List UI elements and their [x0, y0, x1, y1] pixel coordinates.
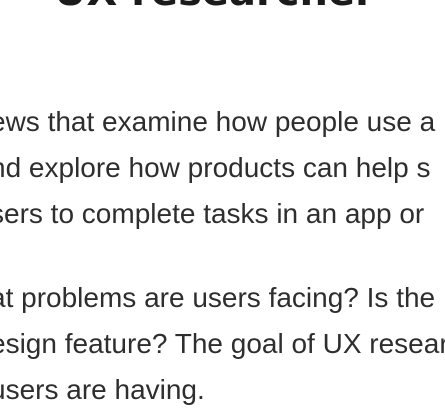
paragraph-line: sers to complete tasks in an app or — [0, 198, 425, 229]
paragraph-line: users are having. — [0, 374, 205, 405]
paragraph-line: at problems are users facing? Is the — [0, 282, 436, 313]
page: UX researcher ews that examine how peopl… — [0, 0, 445, 413]
article-paragraph-1: ews that examine how people use a nd exp… — [0, 99, 435, 237]
article-paragraph-2: at problems are users facing? Is the esi… — [0, 275, 445, 413]
paragraph-line: esign feature? The goal of UX resear — [0, 328, 445, 359]
paragraph-line: nd explore how products can help s — [0, 152, 431, 183]
article-heading: UX researcher — [54, 0, 375, 15]
paragraph-line: ews that examine how people use a — [0, 106, 436, 137]
